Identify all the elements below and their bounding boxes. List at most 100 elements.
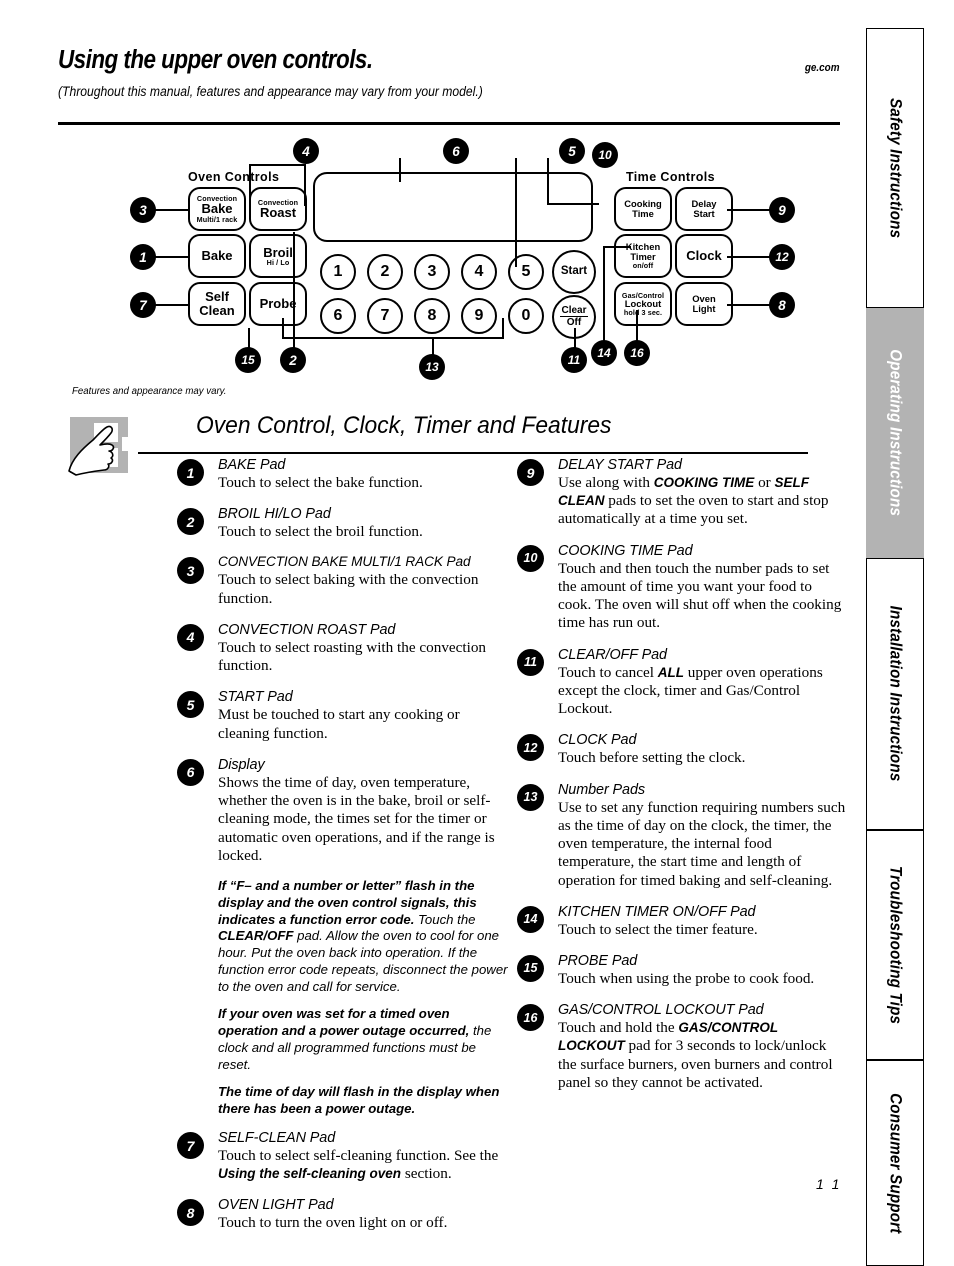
pad-label-line1: Self [205,289,229,305]
item-number-badge: 13 [517,783,544,811]
pointing-hand-icon [68,415,136,477]
pad-broil-hi-lo[interactable]: Broil Hi / Lo [249,234,307,278]
pad-probe[interactable]: Probe [249,282,307,326]
callout-number: 8 [778,297,786,313]
sidebar-tab-consumer-support[interactable]: Consumer Support [866,1060,924,1266]
leader-line [399,158,401,182]
item-number: 6 [186,764,195,781]
numpad-4[interactable]: 4 [461,254,497,290]
note-text: Touch the [414,911,476,927]
item-number: 7 [186,1137,195,1154]
item-title: Number Pads [558,780,645,798]
leader-line [727,256,771,258]
callout-badge-14: 14 [591,340,617,366]
pad-label-line3: on/off [632,261,654,271]
numpad-1[interactable]: 1 [320,254,356,290]
feature-item-convection-roast: 4 CONVECTION ROAST Pad Touch to select r… [172,621,508,675]
item-body: Touch when using the probe to cook food. [558,969,815,987]
pad-clock[interactable]: Clock [675,234,733,278]
sidebar-tab-label: Consumer Support [886,1092,905,1234]
pad-oven-light[interactable]: Oven Light [675,282,733,326]
callout-badge-7: 7 [130,292,156,318]
pad-convection-roast[interactable]: Convection Roast [249,187,307,231]
oven-controls-group-label: Oven Controls [188,170,280,184]
sidebar-tab-installation-instructions[interactable]: Installation Instructions [866,558,924,830]
pad-label: Bake [201,248,233,264]
note-bold-lead: The time of day will flash in the displa… [218,1084,500,1117]
pad-convection-bake[interactable]: Convection Bake Multi/1 rack [188,187,246,231]
callout-badge-12: 12 [769,244,795,270]
item-emphasis: Using the self-cleaning oven [218,1166,402,1182]
sidebar-tab-safety-instructions[interactable]: Safety Instructions [866,28,924,308]
diagram-caption: Features and appearance may vary. [72,385,227,397]
leader-line [293,232,295,354]
item-body: Touch and then touch the number pads to … [558,559,842,632]
item-title: COOKING TIME Pad [558,541,693,559]
callout-number: 12 [775,250,789,264]
note-power-outage-reset: If your oven was set for a timed oven op… [172,1006,508,1073]
leader-line [515,158,517,267]
feature-item-gas-control-lockout: 16 GAS/CONTROL LOCKOUT Pad Touch and hol… [512,1001,848,1092]
item-number: 8 [186,1204,195,1221]
feature-item-convection-bake: 3 CONVECTION BAKE MULTI/1 RACK Pad Touch… [172,554,508,607]
pad-gas-control-lockout[interactable]: Gas/Control Lockout hold 3 sec. [614,282,672,326]
item-title: PROBE Pad [558,951,638,969]
leader-line [249,164,251,210]
numpad-label: 9 [474,307,484,324]
item-emphasis: ALL [657,664,684,680]
item-number-badge: 12 [517,734,544,762]
item-title: START Pad [218,688,293,706]
pad-start[interactable]: Start [552,250,596,294]
numpad-7[interactable]: 7 [367,298,403,334]
control-panel-diagram: Oven Controls Time Controls Convection B… [58,132,840,400]
feature-item-probe: 15 PROBE Pad Touch when using the probe … [512,952,848,988]
item-number-badge: 4 [177,623,204,651]
callout-number: 1 [139,249,147,265]
numpad-label: 6 [333,307,343,324]
item-number-badge: 5 [177,691,204,719]
item-title: OVEN LIGHT Pad [218,1196,334,1214]
numpad-3[interactable]: 3 [414,254,450,290]
numpad-label: 1 [333,263,343,280]
feature-item-clear-off: 11 CLEAR/OFF Pad Touch to cancel ALL upp… [512,646,848,719]
item-number: 11 [524,655,537,670]
pad-label-line3: hold 3 sec. [623,307,663,317]
item-number: 1 [186,464,195,481]
item-number-badge: 9 [517,459,544,486]
pad-label: Clock [686,248,722,264]
numpad-8[interactable]: 8 [414,298,450,334]
pad-kitchen-timer[interactable]: Kitchen Timer on/off [614,234,672,278]
pad-bake[interactable]: Bake [188,234,246,278]
item-number: 10 [523,551,538,566]
page-header: Using the upper oven controls. ge.com (T… [58,46,840,99]
callout-number: 5 [568,143,576,159]
leader-line [727,209,771,211]
sidebar-tab-troubleshooting-tips[interactable]: Troubleshooting Tips [866,830,924,1060]
pad-delay-start[interactable]: Delay Start [675,187,733,231]
item-number: 16 [523,1010,538,1025]
leader-line [727,304,771,306]
item-body: Touch to select baking with the convecti… [218,571,479,607]
item-title: SELF-CLEAN Pad [218,1129,336,1146]
pad-self-clean[interactable]: Self Clean [188,282,246,326]
pad-label-line2: Light [692,303,716,314]
note-time-of-day-flash: The time of day will flash in the displa… [172,1084,508,1118]
item-number-badge: 3 [177,557,204,585]
numpad-6[interactable]: 6 [320,298,356,334]
item-number: 2 [186,513,195,530]
leader-line [502,318,504,339]
item-body: Touch to select the bake function. [218,474,423,491]
item-emphasis: COOKING TIME [653,475,755,490]
ge-website-link[interactable]: ge.com [805,62,840,74]
numpad-2[interactable]: 2 [367,254,403,290]
pad-cooking-time[interactable]: Cooking Time [614,187,672,231]
item-body: Use to set any function requiring number… [558,798,846,889]
numpad-5[interactable]: 5 [508,254,544,290]
leader-line [547,158,549,204]
sidebar-tab-operating-instructions[interactable]: Operating Instructions [866,308,924,558]
numpad-9[interactable]: 9 [461,298,497,334]
numpad-0[interactable]: 0 [508,298,544,334]
numpad-label: 3 [427,263,437,280]
feature-item-cooking-time: 10 COOKING TIME Pad Touch and then touch… [512,542,848,633]
item-body: Touch to select roasting with the convec… [218,638,487,675]
